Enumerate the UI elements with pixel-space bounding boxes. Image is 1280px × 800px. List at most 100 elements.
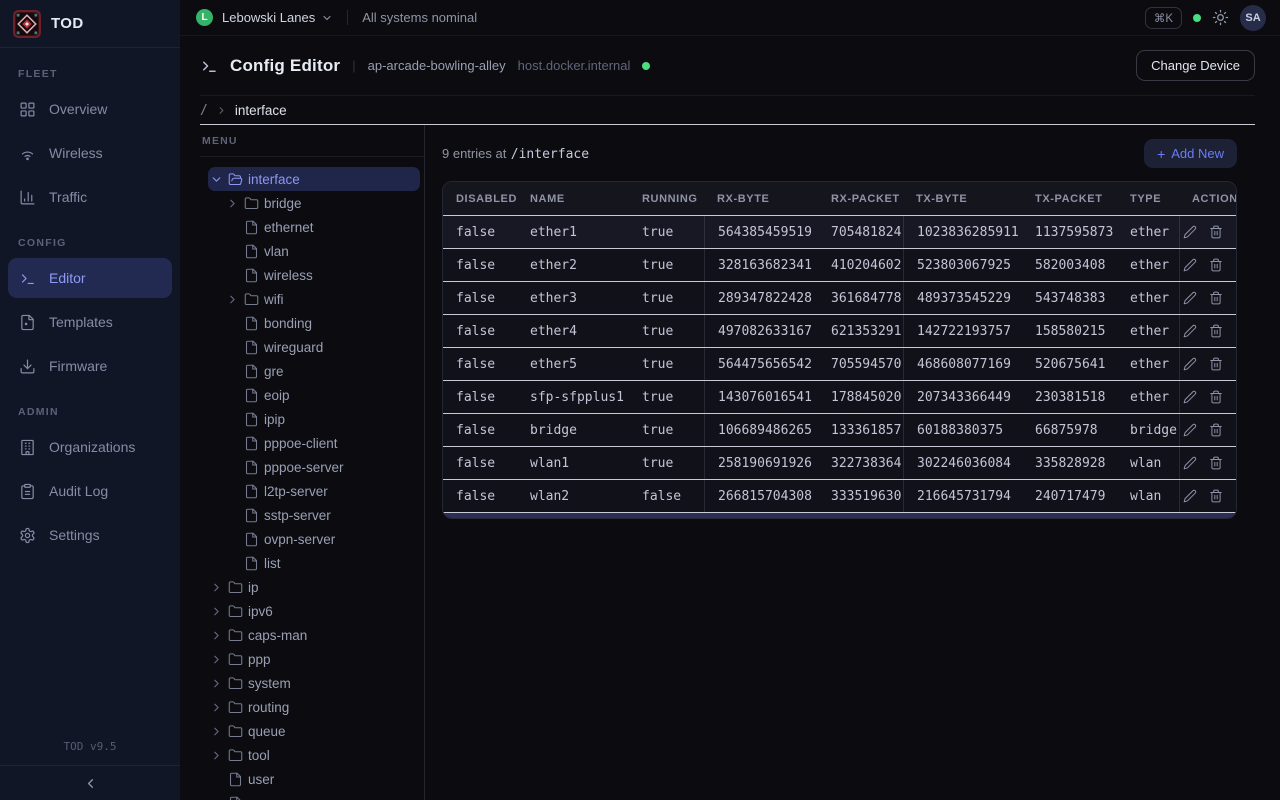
edit-row-button[interactable] [1183,225,1197,239]
table-row-ether2[interactable]: falseether2true3281636823414102046025238… [443,248,1236,281]
chevron-right-icon[interactable] [210,605,223,618]
table-row-ether5[interactable]: falseether5true5644756565427055945704686… [443,347,1236,380]
edit-row-button[interactable] [1183,423,1197,437]
interface-table: DISABLEDNAMERUNNINGRX-BYTERX-PACKETTX-BY… [442,181,1237,519]
chevron-right-icon[interactable] [226,293,239,306]
cell-tx-packet: 230381518 [1022,381,1117,413]
tree-item-gre[interactable]: gre [208,359,420,383]
tree-item-sstp-server[interactable]: sstp-server [208,503,420,527]
sidebar-collapse-button[interactable] [0,765,180,800]
tree-item-system[interactable]: system [208,671,420,695]
tree-item-tool[interactable]: tool [208,743,420,767]
change-device-button[interactable]: Change Device [1136,50,1255,81]
edit-row-button[interactable] [1183,390,1197,404]
page-header: Config Editor | ap-arcade-bowling-alley … [200,36,1255,96]
tree-item-routing[interactable]: routing [208,695,420,719]
breadcrumb-root[interactable]: / [200,103,208,118]
chevron-slot [226,389,239,402]
cell-running: true [629,447,704,479]
tree-item-wireguard[interactable]: wireguard [208,335,420,359]
pencil-icon [1183,357,1197,371]
delete-row-button[interactable] [1209,390,1223,404]
delete-row-button[interactable] [1209,489,1223,503]
tree-item-label: sstp-server [264,508,331,523]
table-row-ether3[interactable]: falseether3true2893478224283616847784893… [443,281,1236,314]
device-online-dot [642,62,650,70]
tree-item-wifi[interactable]: wifi [208,287,420,311]
tree-item-queue[interactable]: queue [208,719,420,743]
theme-toggle-sun-icon[interactable] [1212,9,1229,26]
sidebar-item-label: Traffic [49,189,87,205]
delete-row-button[interactable] [1209,291,1223,305]
delete-row-button[interactable] [1209,225,1223,239]
edit-row-button[interactable] [1183,489,1197,503]
cell-tx-packet: 335828928 [1022,447,1117,479]
entries-count-text: 9 entries at [442,146,506,161]
tree-item-list[interactable]: list [208,551,420,575]
device-host: host.docker.internal [518,58,631,73]
sidebar-item-settings[interactable]: Settings [8,515,172,555]
chevron-down-icon[interactable] [210,173,223,186]
chevron-right-icon[interactable] [210,677,223,690]
table-row-ether1[interactable]: falseether1true5643854595197054818241023… [443,215,1236,248]
table-row-bridge[interactable]: falsebridgetrue1066894862651333618576018… [443,413,1236,446]
edit-row-button[interactable] [1183,291,1197,305]
edit-row-button[interactable] [1183,357,1197,371]
user-avatar[interactable]: SA [1240,5,1266,31]
chevron-right-icon[interactable] [210,581,223,594]
command-palette-shortcut[interactable]: ⌘K [1145,7,1182,29]
chevron-right-icon[interactable] [210,701,223,714]
tree-item-eoip[interactable]: eoip [208,383,420,407]
org-selector[interactable] [321,12,333,24]
tree-item-pppoe-server[interactable]: pppoe-server [208,455,420,479]
tree-item-bonding[interactable]: bonding [208,311,420,335]
sidebar-item-label: Wireless [49,145,103,161]
chevron-right-icon[interactable] [210,725,223,738]
tree-item-interface[interactable]: interface [208,167,420,191]
sidebar-item-audit-log[interactable]: Audit Log [8,471,172,511]
table-row-ether4[interactable]: falseether4true4970826331676213532911427… [443,314,1236,347]
sidebar-item-overview[interactable]: Overview [8,89,172,129]
table-area: 9 entries at /interface + Add New DISABL… [425,125,1280,800]
tree-item-caps-man[interactable]: caps-man [208,623,420,647]
edit-row-button[interactable] [1183,456,1197,470]
tree-item-wireless[interactable]: wireless [208,263,420,287]
delete-row-button[interactable] [1209,324,1223,338]
table-row-wlan2[interactable]: falsewlan2false2668157043083335196302166… [443,479,1236,512]
tree-item-pppoe-client[interactable]: pppoe-client [208,431,420,455]
sidebar-item-traffic[interactable]: Traffic [8,177,172,217]
delete-row-button[interactable] [1209,456,1223,470]
tree-item-ip[interactable]: ip [208,575,420,599]
sidebar-item-editor[interactable]: Editor [8,258,172,298]
table-horizontal-scrollbar[interactable] [443,512,1236,518]
delete-row-button[interactable] [1209,423,1223,437]
tree-item-ipip[interactable]: ipip [208,407,420,431]
sidebar-item-wireless[interactable]: Wireless [8,133,172,173]
tree-item-vlan[interactable]: vlan [208,239,420,263]
chevron-right-icon[interactable] [226,197,239,210]
table-row-wlan1[interactable]: falsewlan1true25819069192632273836430224… [443,446,1236,479]
tree-item-user[interactable]: user [208,767,420,791]
sidebar-item-templates[interactable]: Templates [8,302,172,342]
tree-item-ethernet[interactable]: ethernet [208,215,420,239]
tree-item-bridge[interactable]: bridge [208,191,420,215]
tree-item-ovpn-server[interactable]: ovpn-server [208,527,420,551]
cell-disabled: false [443,216,517,248]
table-row-sfp-sfpplus1[interactable]: falsesfp-sfpplus1true1430760165411788450… [443,380,1236,413]
edit-row-button[interactable] [1183,324,1197,338]
chevron-right-icon[interactable] [210,629,223,642]
tree-item-l2tp-server[interactable]: l2tp-server [208,479,420,503]
sidebar-item-label: Organizations [49,439,135,455]
chevron-right-icon[interactable] [210,653,223,666]
sidebar-item-organizations[interactable]: Organizations [8,427,172,467]
chevron-right-icon[interactable] [210,749,223,762]
tree-item-label: ovpn-server [264,532,335,547]
tree-item-cutoff[interactable] [208,791,420,800]
delete-row-button[interactable] [1209,258,1223,272]
edit-row-button[interactable] [1183,258,1197,272]
delete-row-button[interactable] [1209,357,1223,371]
tree-item-ppp[interactable]: ppp [208,647,420,671]
sidebar-item-firmware[interactable]: Firmware [8,346,172,386]
add-new-button[interactable]: + Add New [1144,139,1237,168]
tree-item-ipv6[interactable]: ipv6 [208,599,420,623]
